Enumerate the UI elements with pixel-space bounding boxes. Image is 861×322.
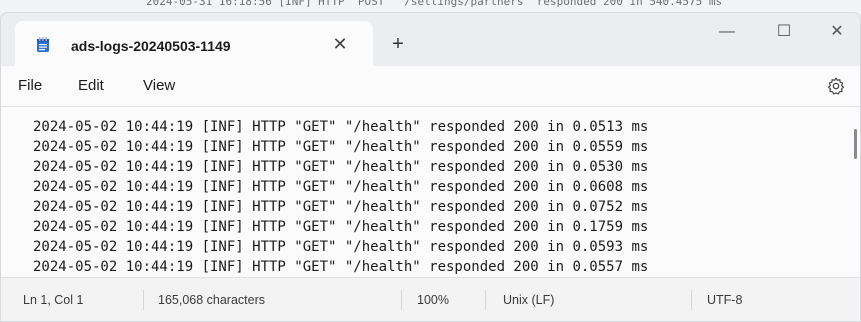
vertical-scrollbar-thumb[interactable] <box>854 129 857 159</box>
status-separator <box>401 290 402 310</box>
log-line: 2024-05-02 10:44:19 [INF] HTTP "GET" "/h… <box>33 239 649 255</box>
line-ending[interactable]: Unix (LF) <box>503 293 554 307</box>
log-line: 2024-05-02 10:44:19 [INF] HTTP "GET" "/h… <box>33 179 649 195</box>
log-line: 2024-05-02 10:44:19 [INF] HTTP "GET" "/h… <box>33 159 649 175</box>
status-separator <box>691 290 692 310</box>
close-window-button[interactable]: ✕ <box>814 13 860 51</box>
menu-view[interactable]: View <box>143 77 175 94</box>
minimize-button[interactable]: — <box>704 13 750 51</box>
tab-close-icon[interactable]: ✕ <box>329 33 351 55</box>
status-separator <box>485 290 486 310</box>
log-line: 2024-05-02 10:44:19 [INF] HTTP "GET" "/h… <box>33 139 649 155</box>
background-log-text: 2024-05-31 16:18:56 [INF] HTTP "POST" "/… <box>146 0 723 8</box>
cursor-position[interactable]: Ln 1, Col 1 <box>23 293 83 307</box>
log-line: 2024-05-02 10:44:19 [INF] HTTP "GET" "/h… <box>33 199 649 215</box>
character-count: 165,068 characters <box>158 293 266 307</box>
new-tab-button[interactable]: + <box>387 33 409 55</box>
maximize-button[interactable]: ☐ <box>761 13 807 51</box>
log-line: 2024-05-02 10:44:19 [INF] HTTP "GET" "/h… <box>33 259 649 275</box>
notepad-window: ads-logs-20240503-1149 ✕ + — ☐ ✕ File Ed… <box>0 12 861 322</box>
tab-title: ads-logs-20240503-1149 <box>71 38 231 54</box>
log-line: 2024-05-02 10:44:19 [INF] HTTP "GET" "/h… <box>33 219 649 235</box>
status-bar: Ln 1, Col 1 165,068 characters 100% Unix… <box>1 277 860 321</box>
text-editor[interactable]: 2024-05-02 10:44:19 [INF] HTTP "GET" "/h… <box>1 106 860 277</box>
zoom-level[interactable]: 100% <box>417 293 449 307</box>
settings-gear-icon[interactable] <box>826 76 846 96</box>
log-line: 2024-05-02 10:44:19 [INF] HTTP "GET" "/h… <box>33 119 649 135</box>
tab-active[interactable]: ads-logs-20240503-1149 ✕ <box>15 21 373 66</box>
encoding[interactable]: UTF-8 <box>707 293 742 307</box>
menu-bar: File Edit View <box>1 66 860 106</box>
status-separator <box>143 290 144 310</box>
notepad-icon <box>37 37 49 52</box>
menu-edit[interactable]: Edit <box>78 77 104 94</box>
menu-file[interactable]: File <box>18 77 42 94</box>
title-bar: ads-logs-20240503-1149 ✕ + — ☐ ✕ <box>1 13 860 66</box>
